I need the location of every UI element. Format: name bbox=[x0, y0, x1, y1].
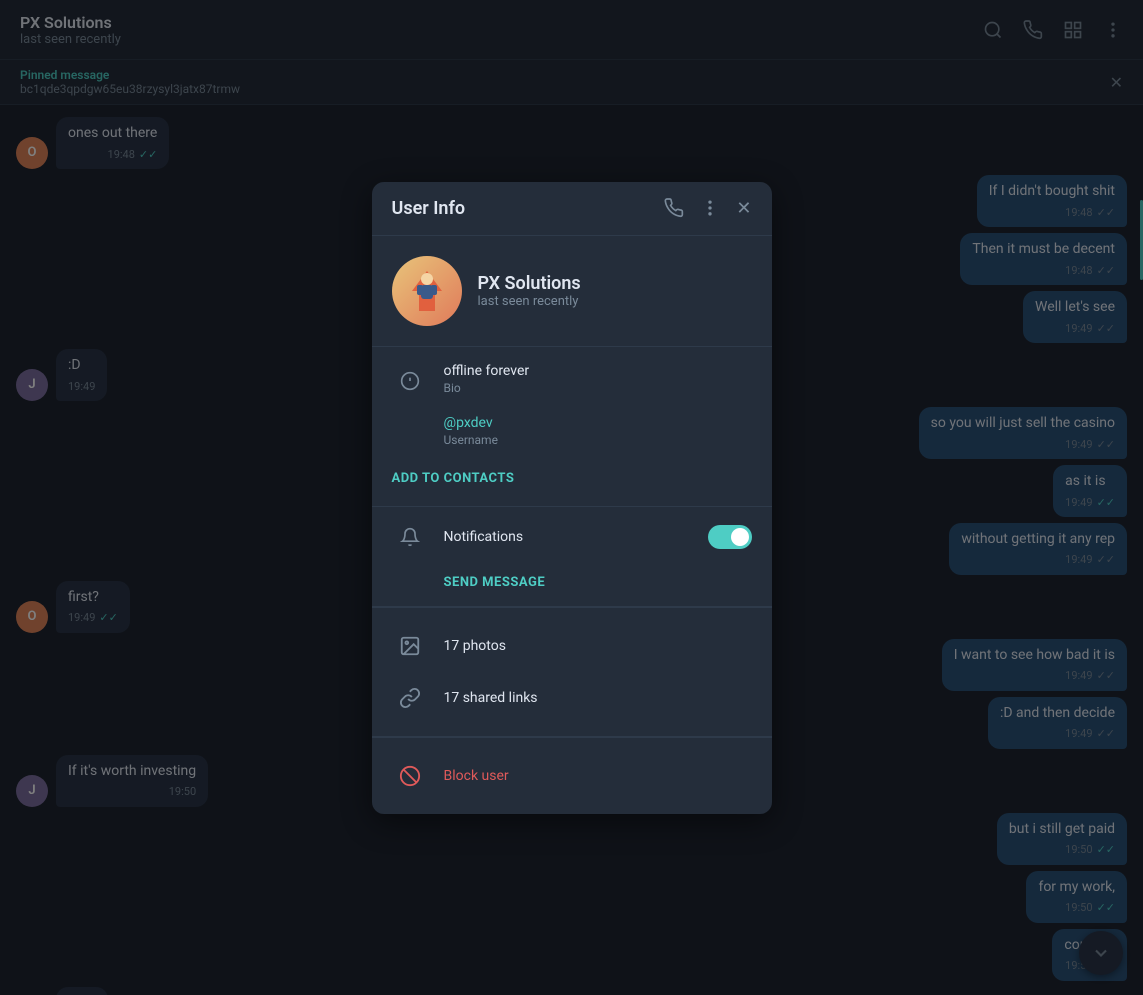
panel-header: User Info ✕ bbox=[372, 182, 772, 236]
photos-row[interactable]: 17 photos bbox=[392, 620, 752, 672]
username-value: @pxdev bbox=[444, 415, 498, 431]
panel-header-icons: ✕ bbox=[664, 198, 751, 219]
panel-info-section: offline forever Bio @pxdev Username ADD … bbox=[372, 347, 772, 506]
add-to-contacts-button[interactable]: ADD TO CONTACTS bbox=[392, 467, 752, 490]
username-icon bbox=[392, 415, 428, 451]
username-label: Username bbox=[444, 433, 498, 447]
shared-links-label: 17 shared links bbox=[444, 690, 538, 706]
panel-call-icon[interactable] bbox=[664, 198, 684, 218]
bio-row: offline forever Bio bbox=[392, 363, 752, 399]
panel-more-icon[interactable] bbox=[700, 198, 720, 218]
user-info-panel: User Info ✕ bbox=[372, 182, 772, 814]
profile-status: last seen recently bbox=[478, 294, 581, 309]
send-message-button[interactable]: SEND MESSAGE bbox=[372, 567, 772, 606]
panel-profile: PX Solutions last seen recently bbox=[372, 236, 772, 346]
block-icon bbox=[392, 758, 428, 794]
shared-links-row[interactable]: 17 shared links bbox=[392, 672, 752, 724]
block-label: Block user bbox=[444, 768, 509, 784]
profile-name: PX Solutions bbox=[478, 273, 581, 294]
notifications-toggle[interactable] bbox=[708, 525, 752, 549]
photos-icon bbox=[392, 628, 428, 664]
block-user-button[interactable]: Block user bbox=[392, 750, 752, 802]
bio-label: Bio bbox=[444, 381, 530, 395]
photos-label: 17 photos bbox=[444, 638, 506, 654]
profile-avatar bbox=[392, 256, 462, 326]
username-row: @pxdev Username bbox=[392, 415, 752, 451]
media-section: 17 photos 17 shared links bbox=[372, 607, 772, 736]
notifications-row: Notifications bbox=[372, 507, 772, 567]
block-section: Block user bbox=[372, 737, 772, 814]
notifications-icon bbox=[392, 519, 428, 555]
toggle-knob bbox=[731, 528, 749, 546]
shared-links-icon bbox=[392, 680, 428, 716]
panel-close-icon[interactable]: ✕ bbox=[736, 198, 751, 219]
bio-value: offline forever bbox=[444, 363, 530, 379]
info-icon bbox=[392, 363, 428, 399]
panel-title: User Info bbox=[392, 198, 466, 219]
notifications-label: Notifications bbox=[444, 529, 692, 545]
modal-overlay: User Info ✕ bbox=[0, 0, 1143, 995]
